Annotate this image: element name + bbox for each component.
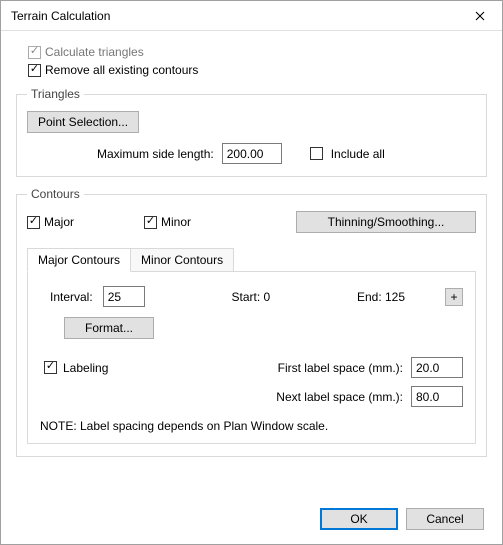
first-label-space-label: First label space (mm.):: [278, 361, 403, 375]
next-label-space-input[interactable]: [411, 386, 463, 407]
window-title: Terrain Calculation: [11, 9, 110, 23]
first-label-group: First label space (mm.):: [278, 357, 463, 378]
calc-triangles-checkbox: [28, 46, 41, 59]
contours-group: Contours Major Minor Thinning/Smoothing.…: [16, 187, 487, 457]
close-icon: [475, 11, 485, 21]
interval-label: Interval:: [50, 290, 93, 304]
next-label-row: Next label space (mm.):: [40, 386, 463, 407]
tab-major-contours[interactable]: Major Contours: [27, 248, 131, 272]
labeling-label: Labeling: [63, 361, 108, 375]
ok-button[interactable]: OK: [320, 508, 398, 530]
minor-checkbox[interactable]: [144, 216, 157, 229]
max-side-input[interactable]: [222, 143, 282, 164]
triangles-options-row: Maximum side length: Include all: [97, 143, 476, 164]
include-all-label: Include all: [331, 147, 385, 161]
contours-top-row: Major Minor Thinning/Smoothing...: [27, 211, 476, 233]
end-label: End: 125: [357, 290, 405, 304]
interval-input[interactable]: [103, 286, 145, 307]
thinning-smoothing-button[interactable]: Thinning/Smoothing...: [296, 211, 476, 233]
remove-contours-label: Remove all existing contours: [45, 63, 198, 77]
calc-triangles-row: Calculate triangles: [28, 45, 487, 59]
major-checkbox[interactable]: [27, 216, 40, 229]
contours-tabset: Major Contours Minor Contours Interval: …: [27, 247, 476, 444]
dialog-window: Terrain Calculation Calculate triangles …: [0, 0, 503, 545]
next-label-space-label: Next label space (mm.):: [276, 390, 403, 404]
minor-label: Minor: [161, 215, 191, 229]
include-all-checkbox[interactable]: [310, 147, 323, 160]
remove-contours-checkbox[interactable]: [28, 64, 41, 77]
start-label: Start: 0: [231, 290, 270, 304]
content-area: Calculate triangles Remove all existing …: [1, 31, 502, 494]
tabs-strip: Major Contours Minor Contours: [27, 248, 476, 272]
button-bar: OK Cancel: [1, 494, 502, 544]
calc-triangles-label: Calculate triangles: [45, 45, 144, 59]
tab-body: Interval: Start: 0 End: 125 + Format... …: [27, 271, 476, 444]
cancel-button[interactable]: Cancel: [406, 508, 484, 530]
labeling-checkbox[interactable]: [44, 361, 57, 374]
note-text: NOTE: Label spacing depends on Plan Wind…: [40, 419, 463, 433]
remove-contours-row: Remove all existing contours: [28, 63, 487, 77]
major-label: Major: [44, 215, 74, 229]
triangles-legend: Triangles: [27, 87, 84, 101]
close-button[interactable]: [458, 1, 502, 31]
first-label-space-input[interactable]: [411, 357, 463, 378]
labeling-row: Labeling First label space (mm.):: [40, 357, 463, 378]
max-side-label: Maximum side length:: [97, 147, 214, 161]
interval-row: Interval: Start: 0 End: 125 +: [40, 286, 463, 307]
titlebar: Terrain Calculation: [1, 1, 502, 31]
tab-minor-contours[interactable]: Minor Contours: [131, 248, 234, 272]
format-button[interactable]: Format...: [64, 317, 154, 339]
interval-plus-button[interactable]: +: [445, 288, 463, 306]
contours-legend: Contours: [27, 187, 84, 201]
minor-check-row: Minor: [144, 215, 191, 229]
point-selection-button[interactable]: Point Selection...: [27, 111, 139, 133]
triangles-group: Triangles Point Selection... Maximum sid…: [16, 87, 487, 177]
major-check-row: Major: [27, 215, 74, 229]
